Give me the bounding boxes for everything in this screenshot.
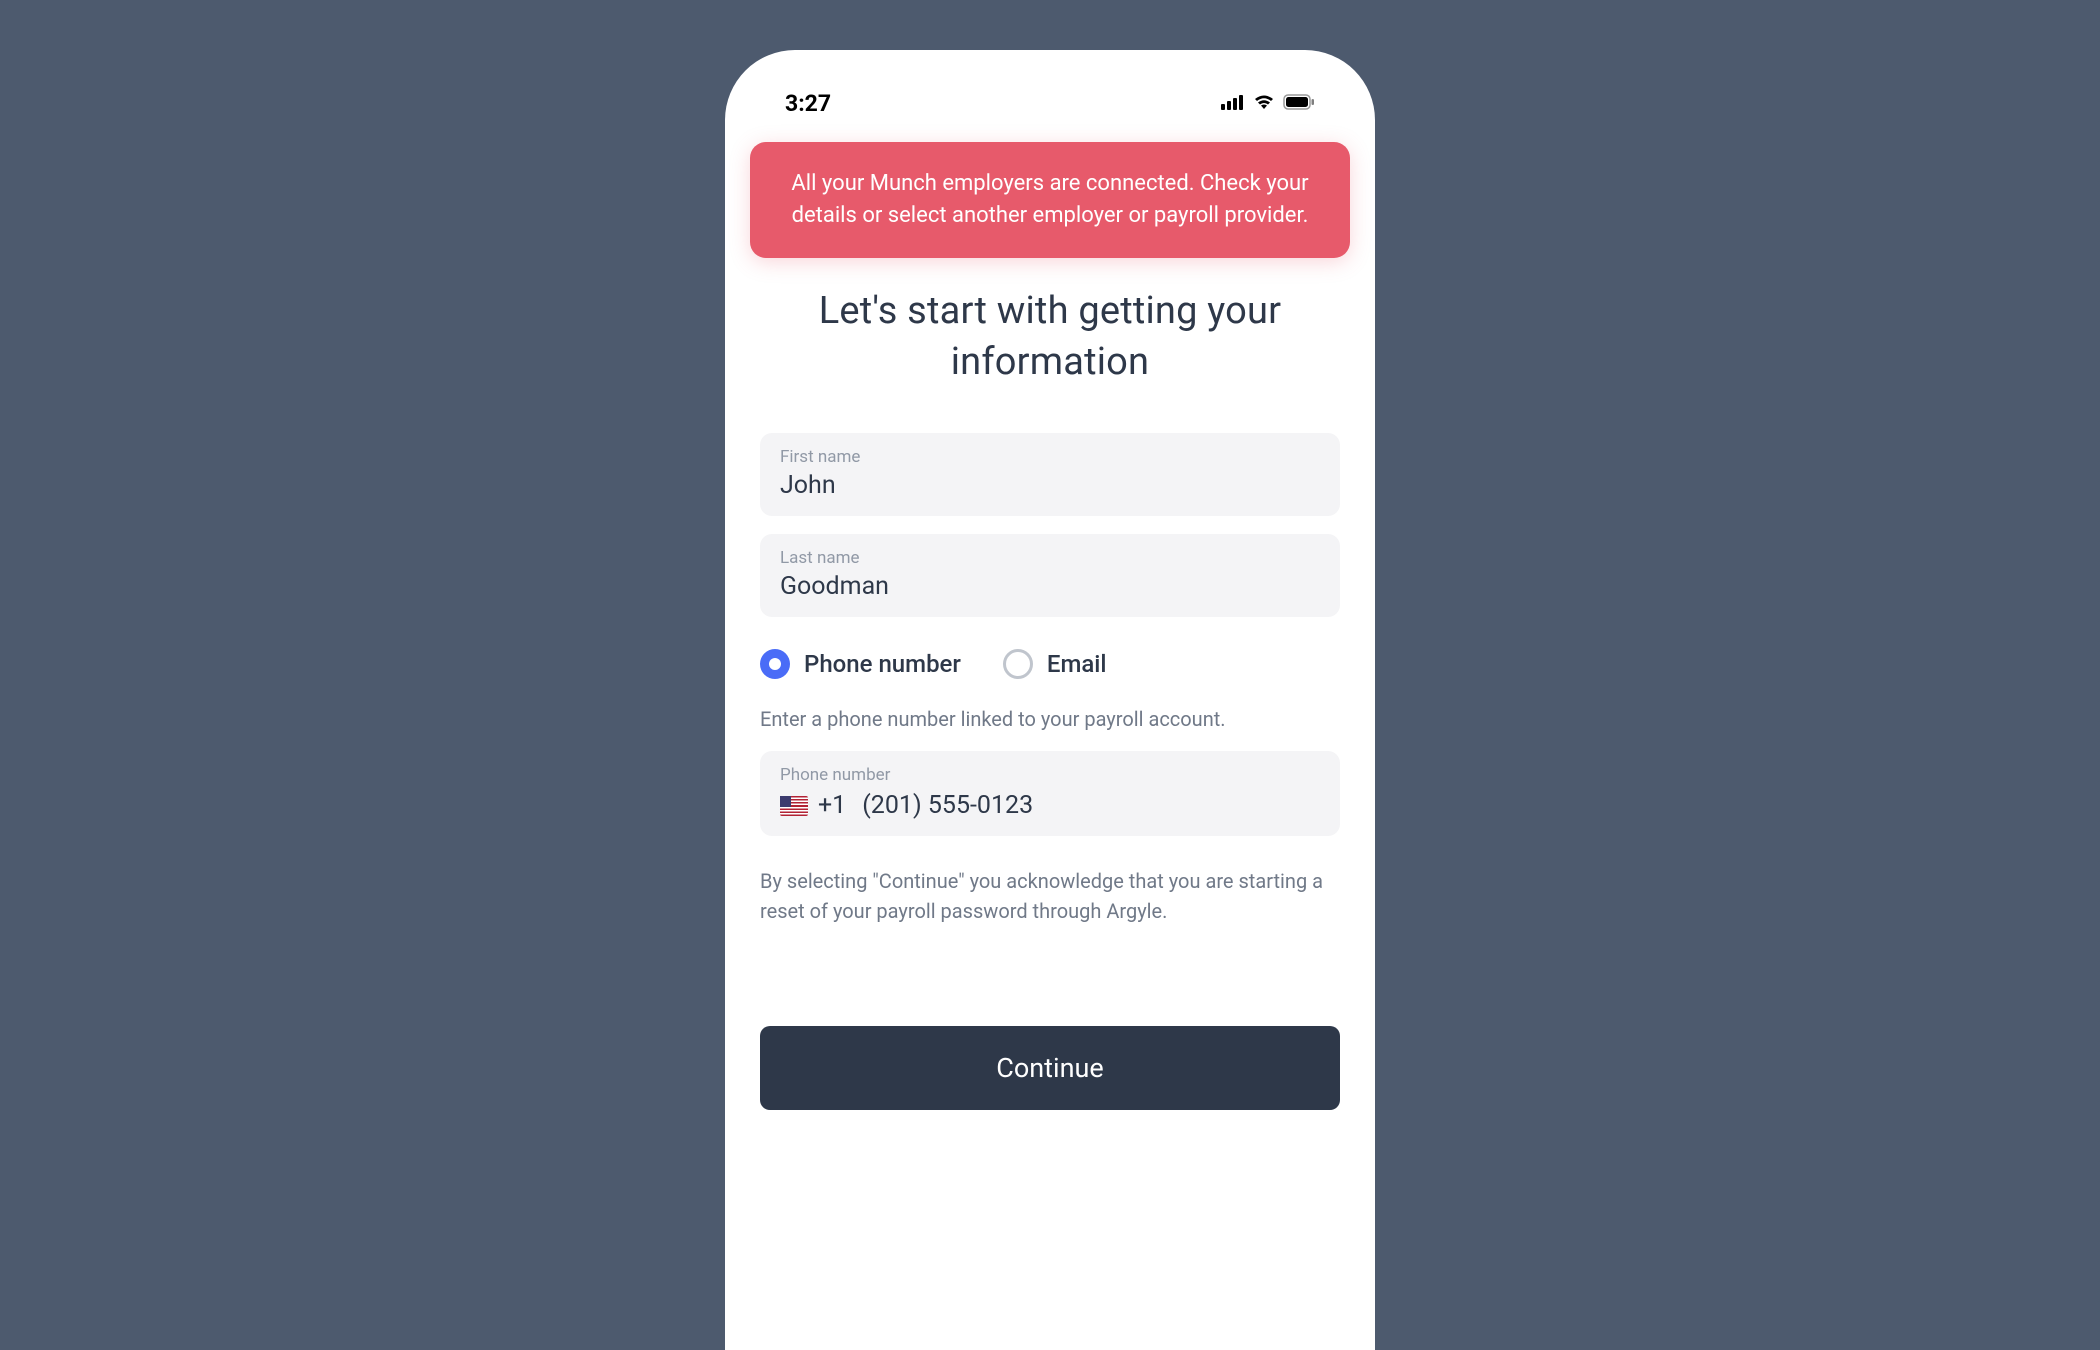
us-flag-icon [780,796,808,816]
radio-label-email: Email [1047,650,1107,678]
country-code: +1 [818,791,846,820]
status-icons [1221,94,1315,114]
battery-icon [1283,94,1315,114]
phone-frame: 3:27 [725,50,1375,1350]
disclaimer-text: By selecting "Continue" you acknowledge … [760,866,1340,926]
cellular-signal-icon [1221,94,1245,114]
continue-button[interactable]: Continue [760,1026,1340,1110]
first-name-field[interactable]: First name John [760,433,1340,516]
notification-banner: All your Munch employers are connected. … [750,142,1350,258]
last-name-field[interactable]: Last name Goodman [760,534,1340,617]
wifi-icon [1253,94,1275,114]
status-bar: 3:27 [760,80,1340,142]
radio-option-email[interactable]: Email [1003,649,1107,679]
last-name-label: Last name [780,548,1320,568]
phone-helper-text: Enter a phone number linked to your payr… [760,707,1340,731]
radio-unselected-icon [1003,649,1033,679]
phone-number-label: Phone number [780,765,1320,785]
radio-selected-icon [760,649,790,679]
last-name-value: Goodman [780,572,1320,601]
radio-label-phone: Phone number [804,650,961,678]
first-name-label: First name [780,447,1320,467]
radio-option-phone[interactable]: Phone number [760,649,961,679]
phone-number-field[interactable]: Phone number +1 (201) 555-0123 [760,751,1340,836]
phone-number-value: (201) 555-0123 [862,791,1033,820]
notification-text: All your Munch employers are connected. … [791,171,1308,228]
first-name-value: John [780,471,1320,500]
page-heading: Let's start with getting your informatio… [760,286,1340,389]
phone-input-row: +1 (201) 555-0123 [780,791,1320,820]
status-time: 3:27 [785,90,831,117]
contact-method-radio-group: Phone number Email [760,649,1340,679]
